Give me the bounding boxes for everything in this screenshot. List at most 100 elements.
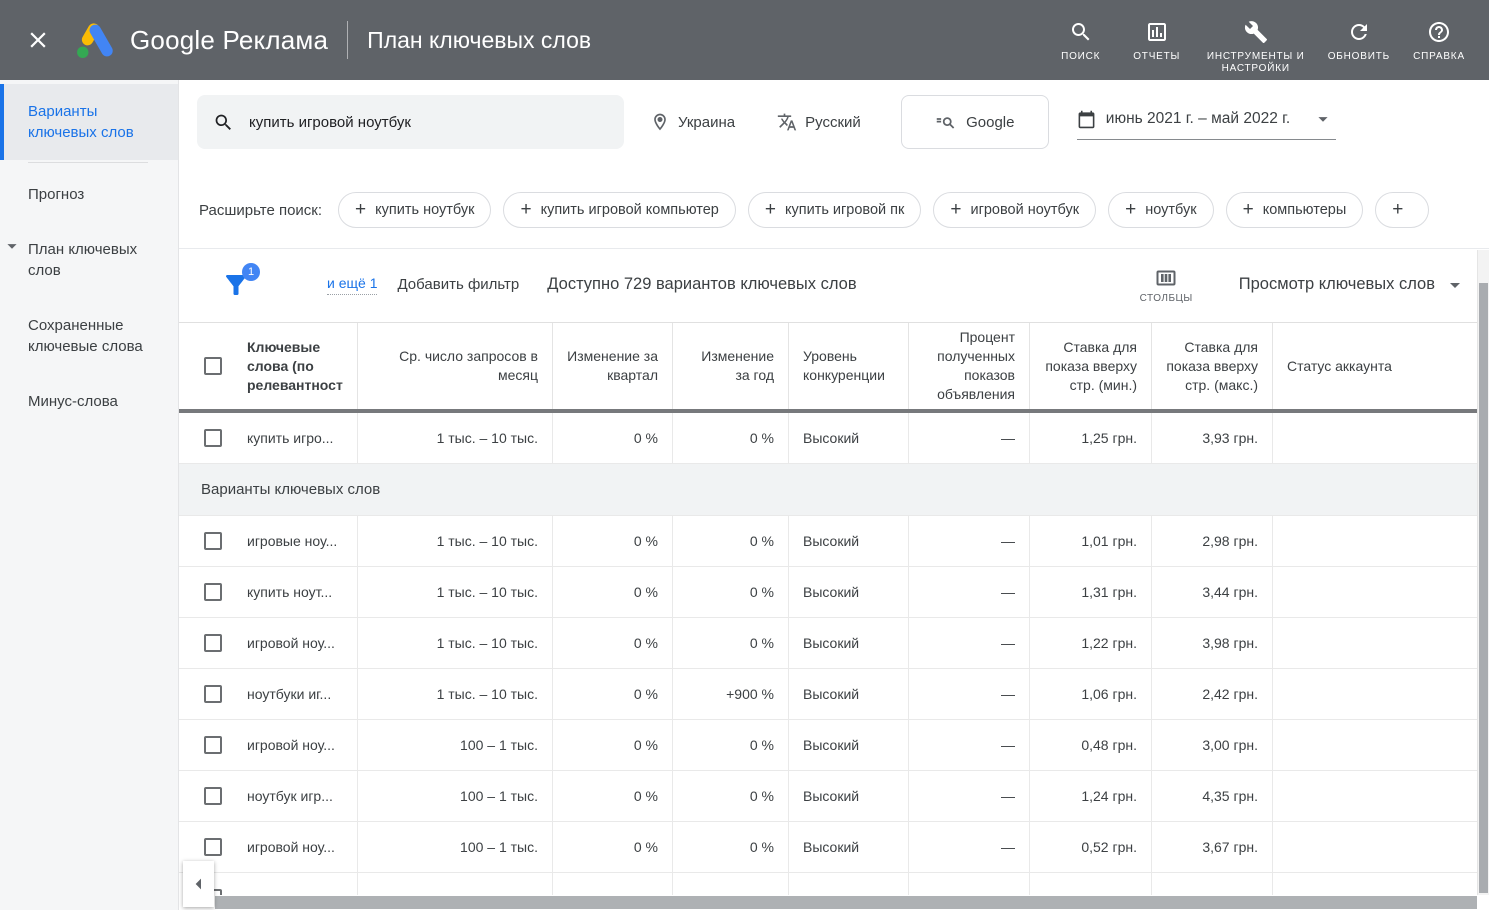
add-icon: + (1392, 199, 1403, 221)
header-monthly-searches[interactable]: Ср. число запросов в месяц (358, 323, 553, 409)
columns-button[interactable]: СТОЛБЦЫ (1140, 266, 1193, 304)
add-icon: + (1243, 199, 1254, 221)
top-bid-low-cell: 0,48 грн. (1030, 720, 1152, 770)
topbar-divider (347, 21, 348, 59)
top-bid-high-cell: 3,44 грн. (1152, 567, 1273, 617)
scroll-left-button[interactable] (183, 861, 214, 907)
expand-chip[interactable]: + купить игровой компьютер (503, 192, 735, 228)
expand-chip[interactable]: + компьютеры (1226, 192, 1364, 228)
row-checkbox[interactable] (204, 429, 222, 447)
top-bid-high-cell: 4,35 грн. (1152, 771, 1273, 821)
date-range-selector[interactable]: июнь 2021 г. – май 2022 г. (1077, 104, 1336, 140)
action-label: ОТЧЕТЫ (1133, 51, 1180, 63)
sidebar-item-negative-keywords[interactable]: Минус-слова (0, 374, 178, 429)
header-keywords[interactable]: Ключевые слова (по релевантност (179, 323, 358, 409)
add-icon: + (765, 199, 776, 221)
keyword-view-selector[interactable]: Просмотр ключевых слов (1239, 273, 1467, 297)
header-top-bid-high[interactable]: Ставка для показа вверху стр. (макс.) (1152, 323, 1273, 409)
add-filter-button[interactable]: Добавить фильтр (397, 276, 519, 293)
expand-chip[interactable]: + купить ноутбук (338, 192, 491, 228)
chevron-down-icon[interactable] (1, 235, 23, 257)
keyword-text: ноутбук игр... (247, 788, 333, 804)
header-quarter-change[interactable]: Изменение за квартал (553, 323, 673, 409)
row-checkbox[interactable] (204, 685, 222, 703)
header-year-change[interactable]: Изменение за год (673, 323, 789, 409)
location-selector[interactable]: Украина (650, 112, 735, 132)
volume-cell: 1 тыс. – 10 тыс. (358, 669, 553, 719)
sidebar-item-keyword-plan[interactable]: План ключевых слов (0, 222, 178, 298)
sidebar-item-saved-keywords[interactable]: Сохраненные ключевые слова (0, 298, 178, 374)
chip-label: купить игровой компьютер (541, 202, 719, 218)
tools-settings-action-button[interactable]: ИНСТРУМЕНТЫ И НАСТРОЙКИ (1195, 5, 1317, 75)
chevron-down-icon (1443, 273, 1467, 297)
search-action-button[interactable]: ПОИСК (1043, 5, 1119, 63)
close-icon[interactable] (25, 27, 51, 53)
sidebar-item-label: Варианты ключевых слов (28, 103, 134, 141)
help-action-button[interactable]: СПРАВКА (1401, 5, 1477, 63)
brand-name: Google Реклама (130, 25, 328, 56)
competition-cell (789, 873, 909, 895)
sidebar-item-label: План ключевых слов (28, 241, 137, 279)
row-checkbox[interactable] (204, 532, 222, 550)
row-checkbox[interactable] (204, 583, 222, 601)
expand-chip[interactable]: + купить игровой пк (748, 192, 922, 228)
horizontal-scrollbar-thumb[interactable] (215, 896, 1477, 909)
expand-chip[interactable]: + ноутбук (1108, 192, 1214, 228)
account-status-cell (1273, 669, 1477, 719)
sidebar-item-keyword-ideas[interactable]: Варианты ключевых слов (0, 84, 178, 160)
language-selector[interactable]: Русский (777, 112, 861, 132)
sidebar-divider (28, 162, 148, 163)
google-ads-logo-icon[interactable] (74, 21, 116, 60)
quarter-change-cell (553, 873, 673, 895)
filter-count-badge: 1 (242, 263, 260, 281)
impression-share-cell: — (909, 618, 1030, 668)
search-input[interactable] (249, 114, 608, 131)
sidebar-item-forecast[interactable]: Прогноз (0, 167, 178, 222)
header-label: Ключевые слова (по релевантност (247, 338, 343, 395)
top-bid-high-cell: 2,42 грн. (1152, 669, 1273, 719)
top-bid-low-cell: 0,52 грн. (1030, 822, 1152, 872)
vertical-scrollbar-thumb[interactable] (1479, 283, 1488, 893)
header-competition[interactable]: Уровень конкуренции (789, 323, 909, 409)
row-checkbox[interactable] (204, 787, 222, 805)
competition-cell: Высокий (789, 567, 909, 617)
keyword-cell: ноутбуки иг... (179, 669, 358, 719)
account-status-cell (1273, 413, 1477, 463)
expand-chip[interactable]: + игровой ноутбук (933, 192, 1096, 228)
topbar-actions: ПОИСК ОТЧЕТЫ ИНСТРУМЕНТЫ И НАСТРОЙКИ ОБН… (1043, 5, 1477, 75)
keyword-text: купить игро... (247, 430, 333, 446)
translate-icon (777, 112, 805, 132)
quarter-change-cell: 0 % (553, 771, 673, 821)
filter-funnel-icon[interactable]: 1 (221, 270, 251, 300)
chip-label: ноутбук (1145, 202, 1196, 218)
sidebar: Варианты ключевых слов Прогноз План ключ… (0, 80, 179, 910)
chip-label: купить ноутбук (375, 202, 474, 218)
keyword-search-box[interactable] (197, 95, 624, 149)
account-status-cell (1273, 516, 1477, 566)
add-icon: + (355, 199, 366, 221)
refresh-action-button[interactable]: ОБНОВИТЬ (1317, 5, 1401, 63)
more-filters-link[interactable]: и ещё 1 (327, 275, 377, 295)
header-impression-share[interactable]: Процент полученных показов объявления (909, 323, 1030, 409)
keyword-text: купить ноут... (247, 584, 332, 600)
row-checkbox[interactable] (204, 736, 222, 754)
network-selector[interactable]: Google (901, 95, 1049, 149)
row-checkbox[interactable] (204, 838, 222, 856)
select-all-checkbox[interactable] (204, 357, 222, 375)
row-checkbox[interactable] (204, 634, 222, 652)
search-criteria-row: Украина Русский Google июнь 2021 г. – ма… (197, 95, 1489, 149)
keyword-text: игровые ноу... (247, 533, 337, 549)
expand-chip-partial[interactable]: + (1375, 192, 1429, 228)
keyword-cell: ноутбук игр... (179, 771, 358, 821)
header-account-status[interactable]: Статус аккаунта (1273, 323, 1477, 409)
quarter-change-cell: 0 % (553, 669, 673, 719)
help-icon (1427, 20, 1451, 44)
impression-share-cell: — (909, 567, 1030, 617)
reports-action-button[interactable]: ОТЧЕТЫ (1119, 5, 1195, 63)
competition-cell: Высокий (789, 413, 909, 463)
header-top-bid-low[interactable]: Ставка для показа вверху стр. (мин.) (1030, 323, 1152, 409)
top-bid-low-cell: 1,24 грн. (1030, 771, 1152, 821)
table-row: игровой ноу... 100 – 1 тыс. 0 % 0 % Высо… (179, 720, 1477, 771)
table-row: ноутбук игр... 100 – 1 тыс. 0 % 0 % Высо… (179, 771, 1477, 822)
table-row: игровые ноу... 1 тыс. – 10 тыс. 0 % 0 % … (179, 516, 1477, 567)
